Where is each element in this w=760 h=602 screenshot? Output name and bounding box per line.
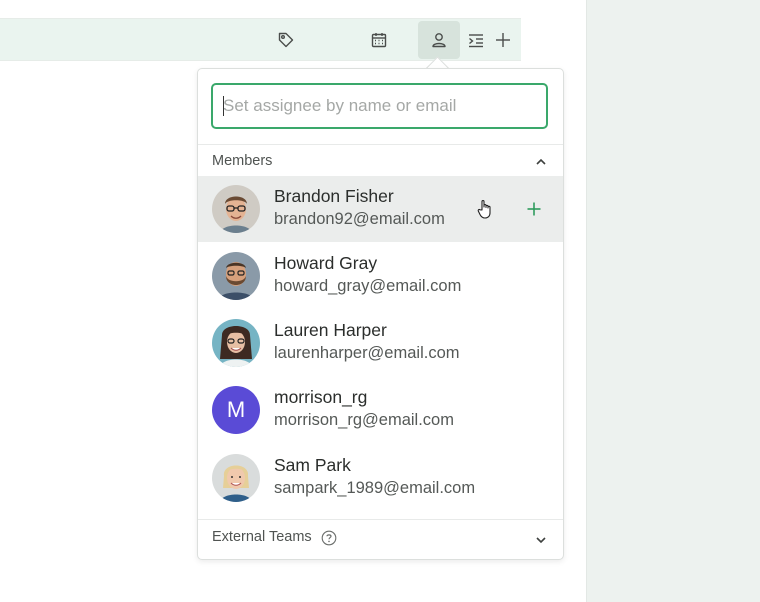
- members-section-header[interactable]: Members: [198, 144, 563, 177]
- toolbar: [0, 18, 521, 61]
- member-email: howard_gray@email.com: [274, 277, 462, 295]
- avatar: [212, 454, 260, 502]
- member-row[interactable]: Brandon Fisher brandon92@email.com: [198, 176, 563, 242]
- external-teams-section-header[interactable]: External Teams: [198, 519, 563, 558]
- assignee-search-input[interactable]: [213, 85, 546, 127]
- calendar-icon: [371, 33, 387, 48]
- member-row[interactable]: Sam Park sampark_1989@email.com: [198, 445, 563, 511]
- member-row[interactable]: Howard Gray howard_gray@email.com: [198, 243, 563, 309]
- avatar: [212, 185, 260, 233]
- member-name: Brandon Fisher: [274, 186, 394, 206]
- side-panel: [586, 0, 760, 602]
- help-icon[interactable]: [321, 530, 337, 546]
- member-name: Sam Park: [274, 455, 351, 475]
- avatar: M: [212, 386, 260, 434]
- text-cursor: [223, 96, 224, 116]
- tag-button[interactable]: [266, 21, 306, 59]
- add-assignee-button[interactable]: [524, 199, 544, 219]
- due-date-button[interactable]: [359, 21, 399, 59]
- chevron-down-icon[interactable]: [535, 533, 547, 551]
- assignee-button[interactable]: [418, 21, 460, 59]
- tag-icon: [278, 32, 294, 48]
- members-section-label: Members: [212, 153, 273, 169]
- member-name: Howard Gray: [274, 253, 378, 273]
- member-name: Lauren Harper: [274, 320, 387, 340]
- member-email: morrison_rg@email.com: [274, 411, 454, 429]
- plus-icon: [496, 33, 510, 47]
- assignee-popover: Members Brandon Fisher brando: [197, 68, 564, 560]
- add-button[interactable]: [483, 21, 523, 59]
- member-email: brandon92@email.com: [274, 210, 445, 228]
- page: Members Brandon Fisher brando: [0, 0, 760, 602]
- user-icon: [432, 33, 446, 48]
- hand-pointer-icon: [476, 198, 496, 225]
- member-email: sampark_1989@email.com: [274, 479, 476, 497]
- member-email: laurenharper@email.com: [274, 344, 460, 362]
- member-row[interactable]: M morrison_rg morrison_rg@email.com: [198, 377, 563, 443]
- avatar: [212, 252, 260, 300]
- member-row[interactable]: Lauren Harper laurenharper@email.com: [198, 310, 563, 376]
- member-name: morrison_rg: [274, 387, 368, 407]
- external-teams-label: External Teams: [212, 529, 312, 545]
- plus-icon: [527, 202, 541, 216]
- avatar: [212, 319, 260, 367]
- assignee-search-field[interactable]: [211, 83, 548, 129]
- chevron-up-icon[interactable]: [535, 155, 547, 173]
